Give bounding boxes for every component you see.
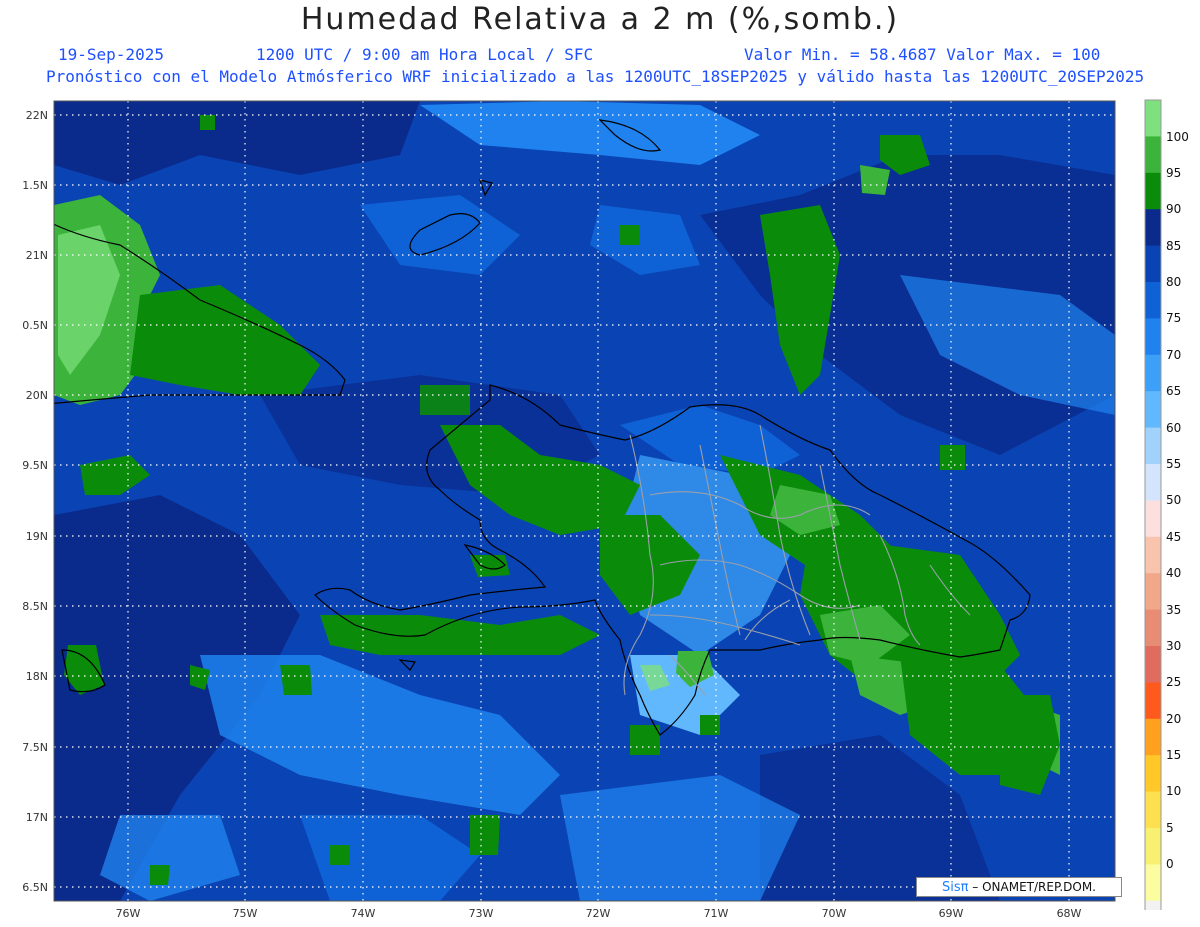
lat-label: 20N — [26, 389, 48, 402]
humidity-field — [54, 101, 1115, 901]
valid-time: 1200 UTC / 9:00 am Hora Local / SFC — [256, 45, 594, 64]
legend-label: 95 — [1166, 166, 1181, 180]
legend-swatch — [1145, 464, 1161, 501]
legend-label: 65 — [1166, 384, 1181, 398]
legend-label: 35 — [1166, 603, 1181, 617]
legend-label: 0 — [1166, 857, 1174, 871]
forecast-info: Pronóstico con el Modelo Atmósferico WRF… — [46, 67, 1145, 86]
legend-swatch — [1145, 427, 1161, 465]
legend-label: 20 — [1166, 712, 1181, 726]
lat-label: 17N — [26, 811, 48, 824]
legend-swatch — [1145, 755, 1161, 793]
legend-swatch — [1145, 209, 1161, 247]
legend-swatch — [1145, 900, 1161, 910]
legend-swatch — [1145, 100, 1161, 137]
sis-logo-text: Sisπ — [941, 880, 969, 895]
lat-label: 22N — [26, 109, 48, 122]
legend-label: 55 — [1166, 457, 1181, 471]
legend-swatch — [1145, 718, 1161, 756]
lon-label: 71W — [704, 907, 729, 920]
legend-swatch — [1145, 136, 1161, 174]
lat-label: 9.5N — [22, 459, 48, 472]
lon-label: 76W — [116, 907, 141, 920]
legend-swatch — [1145, 573, 1161, 611]
legend-label: 90 — [1166, 202, 1181, 216]
legend-label: 45 — [1166, 530, 1181, 544]
legend-swatch — [1145, 609, 1161, 647]
legend-label: 70 — [1166, 348, 1181, 362]
legend-swatch — [1145, 354, 1161, 392]
legend-label: 30 — [1166, 639, 1181, 653]
legend-label: 75 — [1166, 311, 1181, 325]
legend-swatch — [1145, 500, 1161, 538]
legend-swatch — [1145, 172, 1161, 210]
legend-swatch — [1145, 391, 1161, 429]
legend-swatches — [1144, 99, 1162, 910]
legend-swatch — [1145, 828, 1161, 865]
legend-label: 5 — [1166, 821, 1174, 835]
legend-swatch — [1145, 646, 1161, 683]
legend-label: 100 — [1166, 130, 1189, 144]
lat-label: 19N — [26, 530, 48, 543]
lat-label: 18N — [26, 670, 48, 683]
legend-swatch — [1145, 864, 1161, 902]
lon-label: 74W — [351, 907, 376, 920]
valid-date: 19-Sep-2025 — [58, 45, 164, 64]
legend-label: 85 — [1166, 239, 1181, 253]
legend-label: 10 — [1166, 784, 1181, 798]
color-legend: 100 95 90 85 80 75 70 65 60 55 50 45 40 … — [1144, 99, 1189, 910]
legend-swatch — [1145, 536, 1161, 574]
lon-label: 69W — [939, 907, 964, 920]
lon-label: 70W — [822, 907, 847, 920]
legend-label: 50 — [1166, 493, 1181, 507]
legend-swatch — [1145, 682, 1161, 720]
legend-label: 80 — [1166, 275, 1181, 289]
lat-axis: 22N 1.5N 21N 0.5N 20N 9.5N 19N 8.5N 18N … — [22, 109, 48, 894]
lat-label: 0.5N — [22, 319, 48, 332]
lat-label: 1.5N — [22, 179, 48, 192]
legend-swatch — [1145, 318, 1161, 356]
legend-label: 25 — [1166, 675, 1181, 689]
legend-swatch — [1145, 282, 1161, 319]
lon-label: 75W — [233, 907, 258, 920]
legend-label: 40 — [1166, 566, 1181, 580]
min-max-values: Valor Min. = 58.4687 Valor Max. = 100 — [744, 45, 1101, 64]
lon-label: 72W — [586, 907, 611, 920]
lat-label: 7.5N — [22, 741, 48, 754]
lat-label: 21N — [26, 249, 48, 262]
humidity-map: 22N 1.5N 21N 0.5N 20N 9.5N 19N 8.5N 18N … — [22, 100, 1116, 920]
lon-axis: 76W 75W 74W 73W 72W 71W 70W 69W 68W — [116, 907, 1082, 920]
legend-swatch — [1145, 245, 1161, 283]
legend-label: 60 — [1166, 421, 1181, 435]
legend-swatch — [1145, 791, 1161, 829]
credit-org: – ONAMET/REP.DOM. — [972, 880, 1096, 894]
map-title: Humedad Relativa a 2 m (%,somb.) — [300, 2, 900, 37]
lon-label: 68W — [1057, 907, 1082, 920]
credit-box: Sisπ – ONAMET/REP.DOM. — [916, 877, 1122, 897]
lon-label: 73W — [469, 907, 494, 920]
lat-label: 6.5N — [22, 881, 48, 894]
legend-labels: 100 95 90 85 80 75 70 65 60 55 50 45 40 … — [1166, 130, 1189, 871]
legend-label: 15 — [1166, 748, 1181, 762]
lat-label: 8.5N — [22, 600, 48, 613]
